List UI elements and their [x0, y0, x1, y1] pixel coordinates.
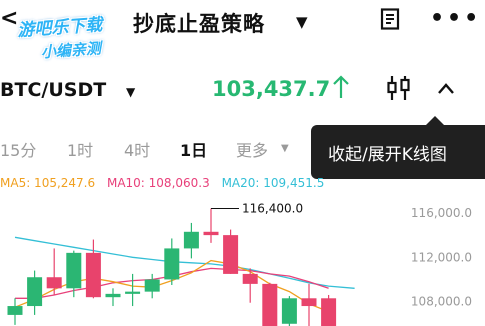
candle-body: [301, 298, 317, 307]
tab-1d[interactable]: 1日: [180, 137, 207, 161]
candle-body: [281, 298, 297, 324]
candle-body: [105, 293, 121, 298]
document-icon[interactable]: [380, 8, 400, 30]
tooltip-pointer: [426, 116, 444, 125]
candle-body: [46, 277, 62, 289]
collapse-tooltip: 收起/展开K线图: [311, 125, 485, 179]
ma20-label: MA20: 109,451.5: [221, 176, 325, 190]
candle-body: [85, 252, 101, 298]
candlestick-chart[interactable]: 116,000.0 112,000.0 108,000.0 116,400.0: [0, 193, 485, 326]
high-marker-label: 116,400.0: [242, 202, 303, 216]
arrow-up-icon: [332, 74, 350, 100]
pair-dropdown-icon[interactable]: ▼: [126, 85, 135, 99]
candle-body: [183, 231, 199, 249]
tab-15m[interactable]: 15分: [0, 137, 36, 161]
watermark-line2: 小编亲测: [40, 39, 102, 62]
pair-symbol[interactable]: BTC/USDT: [0, 79, 106, 101]
ma10-label: MA10: 108,060.3: [106, 176, 210, 190]
candle-body: [203, 231, 219, 236]
candle-body: [262, 283, 278, 326]
more-horizontal-icon[interactable]: •••: [430, 6, 481, 31]
more-dropdown-icon[interactable]: ▼: [281, 143, 289, 154]
candle-body: [125, 291, 141, 294]
candle-body: [27, 277, 43, 307]
last-price: 103,437.7: [212, 77, 331, 101]
candlestick-icon[interactable]: [386, 74, 412, 102]
page-title[interactable]: 抄底止盈策略: [133, 8, 265, 38]
tab-1h[interactable]: 1时: [67, 137, 93, 161]
chevron-up-icon[interactable]: [437, 80, 455, 94]
y-axis-label: 116,000.0: [411, 206, 472, 220]
candle-body: [144, 279, 160, 292]
tab-4h[interactable]: 4时: [124, 137, 150, 161]
candle-body: [321, 298, 337, 326]
y-axis-label: 108,000.0: [411, 295, 472, 309]
ma5-label: MA5: 105,247.6: [0, 176, 96, 190]
candle-body: [66, 252, 82, 289]
candle-body: [7, 306, 23, 315]
candle-body: [223, 235, 239, 274]
ma-legend: MA5: 105,247.6 MA10: 108,060.3 MA20: 109…: [0, 176, 332, 190]
watermark: 游吧乐下载 小编亲测: [16, 8, 134, 66]
title-dropdown-icon[interactable]: ▼: [296, 13, 308, 31]
y-axis-label: 112,000.0: [411, 250, 472, 264]
tab-more[interactable]: 更多: [236, 137, 268, 161]
candle-body: [242, 273, 258, 284]
candle-body: [164, 248, 180, 280]
